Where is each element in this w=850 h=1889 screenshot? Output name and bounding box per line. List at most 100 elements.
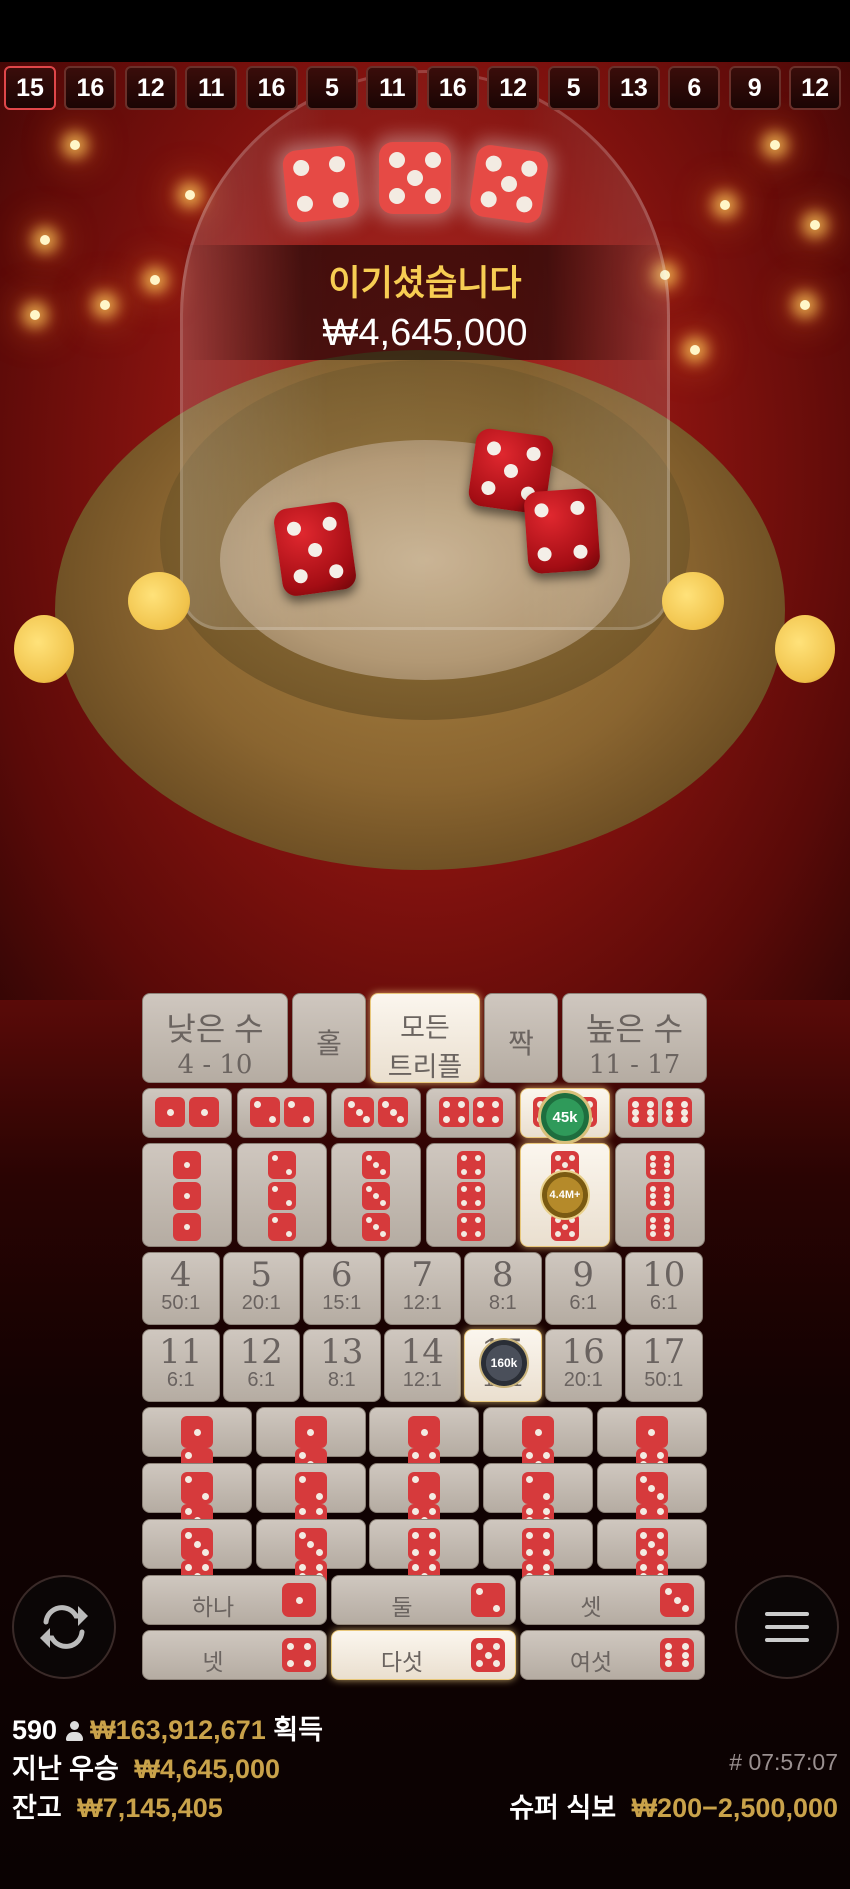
bet-combo-4-6[interactable] — [483, 1519, 594, 1592]
bet-small[interactable]: 낮은 수 4 - 10 — [142, 993, 288, 1083]
history-item: 9 — [728, 66, 781, 110]
die-face-4-icon — [456, 1151, 485, 1179]
result-dice — [281, 142, 565, 228]
game-info-row[interactable]: 슈퍼 식보 ₩200−2,500,000 — [509, 1786, 838, 1825]
bet-single-1[interactable]: 하나 — [142, 1575, 327, 1625]
bet-sum-5[interactable]: 5 20:1 — [222, 1252, 300, 1325]
physical-die — [272, 500, 358, 598]
bet-single-2[interactable]: 둘 — [331, 1575, 516, 1625]
balance-label: 잔고 — [12, 1793, 62, 1823]
die-face-2-icon — [471, 1583, 505, 1617]
sum-number: 6 — [330, 1255, 353, 1295]
bet-sum-17[interactable]: 17 50:1 — [625, 1329, 703, 1402]
bet-sum-12[interactable]: 12 6:1 — [222, 1329, 300, 1402]
bet-single-4[interactable]: 넷 — [142, 1630, 327, 1680]
player-count: 590 — [12, 1715, 58, 1745]
bet-triple-3[interactable] — [331, 1143, 422, 1247]
sum-number: 13 — [320, 1332, 364, 1372]
die-face-1-icon — [173, 1151, 201, 1179]
sum-odds: 50:1 — [161, 1292, 201, 1314]
players-row: 590 ₩163,912,671 획득 — [12, 1708, 323, 1747]
bet-any-triple-label: 트리플 — [387, 1052, 463, 1082]
bet-even[interactable]: 짝 — [484, 993, 558, 1083]
history-item: 11 — [185, 66, 238, 110]
bet-combo-2-4[interactable] — [255, 1463, 366, 1536]
bet-double-6[interactable] — [615, 1088, 705, 1138]
sum-odds: 6:1 — [247, 1369, 276, 1391]
history-item: 16 — [64, 66, 117, 110]
bet-sum-16[interactable]: 16 20:1 — [544, 1329, 622, 1402]
bet-double-1[interactable] — [142, 1088, 232, 1138]
bet-combo-2-5[interactable] — [369, 1463, 480, 1536]
bet-big[interactable]: 높은 수 11 - 17 — [562, 993, 707, 1083]
menu-button[interactable] — [735, 1575, 839, 1679]
die-face-3-icon — [378, 1097, 409, 1127]
bet-odd-label: 홀 — [316, 1028, 342, 1059]
sum-odds: 50:1 — [644, 1369, 684, 1391]
bet-single-5[interactable]: 다섯 — [331, 1630, 516, 1680]
bet-combo-2-6[interactable] — [483, 1463, 594, 1536]
bet-sum-9[interactable]: 9 6:1 — [544, 1252, 622, 1325]
die-face-6-icon — [628, 1097, 658, 1127]
bet-combo-4-5[interactable] — [369, 1519, 480, 1592]
win-amount: ₩4,645,000 — [322, 312, 528, 354]
bet-double-3[interactable] — [331, 1088, 422, 1138]
bet-sum-10[interactable]: 10 6:1 — [625, 1252, 703, 1325]
bet-triple-4[interactable] — [425, 1143, 516, 1247]
bet-combo-3-4[interactable] — [596, 1463, 707, 1536]
bet-sum-8[interactable]: 8 8:1 — [464, 1252, 542, 1325]
history-item: 12 — [789, 66, 842, 110]
sum-odds: 6:1 — [569, 1292, 598, 1314]
bet-sum-7[interactable]: 7 12:1 — [383, 1252, 461, 1325]
result-die — [281, 144, 361, 224]
bet-chip: 160k — [479, 1338, 529, 1388]
bet-sum-14[interactable]: 14 12:1 — [383, 1329, 461, 1402]
bet-triple-6[interactable] — [615, 1143, 705, 1247]
history-item: 5 — [547, 66, 600, 110]
repeat-icon — [40, 1605, 88, 1649]
bet-single-3[interactable]: 셋 — [520, 1575, 705, 1625]
bet-limits: ₩200−2,500,000 — [631, 1793, 838, 1823]
bet-double-4[interactable] — [425, 1088, 516, 1138]
sum-number: 9 — [572, 1255, 595, 1295]
sum-number: 7 — [411, 1255, 434, 1295]
game-name: 슈퍼 식보 — [509, 1793, 617, 1823]
bet-combo-3-6[interactable] — [255, 1519, 366, 1592]
die-face-2-icon — [267, 1151, 296, 1179]
bet-chip-value: 160k — [490, 1356, 518, 1370]
history-item: 12 — [487, 66, 540, 110]
sum-number: 12 — [239, 1332, 283, 1372]
bet-even-label: 짝 — [508, 1028, 534, 1059]
repeat-button[interactable] — [12, 1575, 116, 1679]
bet-combo-5-6[interactable] — [596, 1519, 707, 1592]
bet-double-2[interactable] — [236, 1088, 327, 1138]
bet-combo-1-4[interactable] — [369, 1407, 480, 1480]
bet-single-6[interactable]: 여섯 — [520, 1630, 705, 1680]
bet-combo-1-5[interactable] — [483, 1407, 594, 1480]
bet-triple-2[interactable] — [236, 1143, 327, 1247]
bet-sum-4[interactable]: 4 50:1 — [142, 1252, 220, 1325]
bet-odd[interactable]: 홀 — [292, 993, 366, 1083]
bet-combo-2-3[interactable] — [142, 1463, 252, 1536]
bet-sum-6[interactable]: 6 15:1 — [303, 1252, 381, 1325]
die-face-1-icon — [181, 1416, 213, 1448]
single-label: 넷 — [202, 1649, 224, 1675]
die-face-4-icon — [438, 1097, 469, 1127]
bet-combo-1-6[interactable] — [596, 1407, 707, 1480]
bet-combo-1-3[interactable] — [255, 1407, 366, 1480]
bet-sum-13[interactable]: 13 8:1 — [303, 1329, 381, 1402]
player-icon — [65, 1720, 83, 1743]
bet-any-triple[interactable]: 모든 트리플 — [370, 993, 480, 1083]
bet-triple-1[interactable] — [142, 1143, 232, 1247]
bet-sum-11[interactable]: 11 6:1 — [142, 1329, 220, 1402]
history-item: 16 — [245, 66, 298, 110]
sum-odds: 12:1 — [402, 1369, 442, 1391]
bet-combo-1-2[interactable] — [142, 1407, 252, 1480]
sum-number: 11 — [159, 1332, 203, 1372]
sum-number: 10 — [642, 1255, 686, 1295]
sum-odds: 6:1 — [649, 1292, 678, 1314]
history-item: 12 — [124, 66, 177, 110]
sum-number: 16 — [561, 1332, 605, 1372]
bet-combo-3-5[interactable] — [142, 1519, 252, 1592]
history-item: 15 — [4, 66, 56, 110]
